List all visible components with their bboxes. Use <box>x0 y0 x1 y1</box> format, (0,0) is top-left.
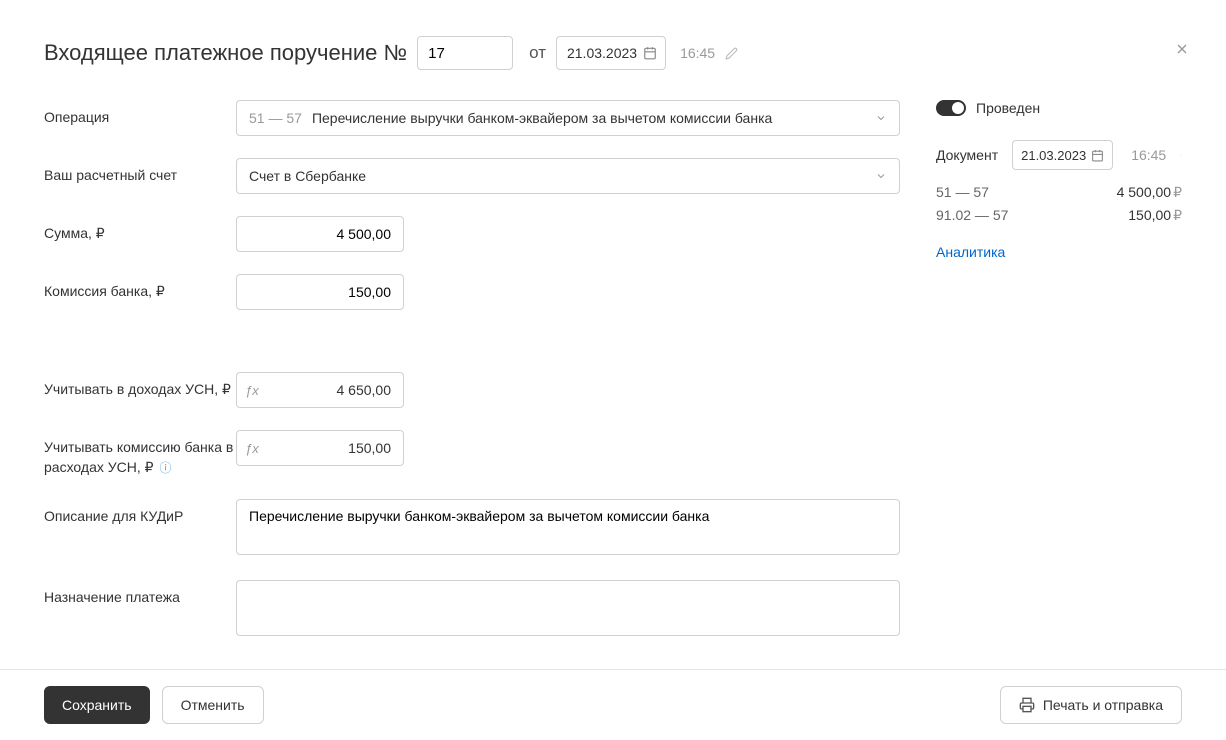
document-label: Документ <box>936 147 998 163</box>
posted-label: Проведен <box>976 100 1040 116</box>
account-label: Ваш расчетный счет <box>44 158 236 186</box>
date-value: 21.03.2023 <box>567 45 637 61</box>
usn-expense-input[interactable]: ƒx 150,00 <box>236 430 404 466</box>
entry-amount: 150,00 <box>1128 207 1171 223</box>
commission-input[interactable] <box>236 274 404 310</box>
account-select[interactable]: Счет в Сбербанке <box>236 158 900 194</box>
form-column: Операция 51 — 57 Перечисление выручки ба… <box>44 100 900 669</box>
print-label: Печать и отправка <box>1043 697 1163 713</box>
calendar-icon <box>1091 149 1104 162</box>
close-button[interactable] <box>1174 38 1190 59</box>
usn-expense-value: 150,00 <box>267 440 403 456</box>
fx-icon: ƒx <box>237 441 267 456</box>
side-date-input[interactable]: 21.03.2023 <box>1012 140 1113 170</box>
close-icon <box>1174 41 1190 57</box>
info-icon[interactable]: ⓘ <box>159 461 171 475</box>
usn-income-value: 4 650,00 <box>267 382 403 398</box>
commission-label: Комиссия банка, ₽ <box>44 274 236 302</box>
fx-icon: ƒx <box>237 383 267 398</box>
usn-income-label: Учитывать в доходах УСН, ₽ <box>44 372 236 400</box>
cancel-button[interactable]: Отменить <box>162 686 264 724</box>
printer-icon <box>1019 697 1035 713</box>
entry-row: 51 — 57 4 500,00₽ <box>936 184 1182 201</box>
from-label: от <box>529 43 546 63</box>
side-column: Проведен Документ 21.03.2023 16:45 51 — … <box>936 100 1182 669</box>
edit-time-icon[interactable] <box>1180 149 1182 161</box>
operation-code: 51 — 57 <box>249 110 302 126</box>
account-value: Счет в Сбербанке <box>249 168 366 184</box>
document-date-input[interactable]: 21.03.2023 <box>556 36 666 70</box>
posted-toggle[interactable] <box>936 100 966 116</box>
print-send-button[interactable]: Печать и отправка <box>1000 686 1182 724</box>
purpose-label: Назначение платежа <box>44 580 236 608</box>
chevron-down-icon <box>875 112 887 124</box>
usn-income-input[interactable]: ƒx 4 650,00 <box>236 372 404 408</box>
entry-code: 91.02 — 57 <box>936 207 1008 224</box>
calendar-icon <box>643 46 657 60</box>
kudir-label: Описание для КУДиР <box>44 499 236 527</box>
operation-select[interactable]: 51 — 57 Перечисление выручки банком-эква… <box>236 100 900 136</box>
analytics-link[interactable]: Аналитика <box>936 244 1005 260</box>
chevron-down-icon <box>875 170 887 182</box>
entry-amount: 4 500,00 <box>1117 184 1172 200</box>
document-time: 16:45 <box>680 45 715 61</box>
amount-input[interactable] <box>236 216 404 252</box>
purpose-textarea[interactable] <box>236 580 900 636</box>
operation-label: Операция <box>44 100 236 128</box>
kudir-textarea[interactable] <box>236 499 900 555</box>
modal-header: Входящее платежное поручение № от 21.03.… <box>0 0 1226 70</box>
operation-text: Перечисление выручки банком-эквайером за… <box>312 110 772 126</box>
page-title: Входящее платежное поручение № <box>44 40 407 66</box>
save-button[interactable]: Сохранить <box>44 686 150 724</box>
document-number-input[interactable] <box>417 36 513 70</box>
entry-code: 51 — 57 <box>936 184 989 201</box>
side-time: 16:45 <box>1131 147 1166 163</box>
side-date-value: 21.03.2023 <box>1021 148 1086 163</box>
edit-time-icon[interactable] <box>725 47 738 60</box>
usn-expense-label: Учитывать комиссию банка в расходах УСН,… <box>44 430 236 477</box>
entry-row: 91.02 — 57 150,00₽ <box>936 207 1182 224</box>
footer: Сохранить Отменить Печать и отправка <box>0 669 1226 740</box>
amount-label: Сумма, ₽ <box>44 216 236 244</box>
